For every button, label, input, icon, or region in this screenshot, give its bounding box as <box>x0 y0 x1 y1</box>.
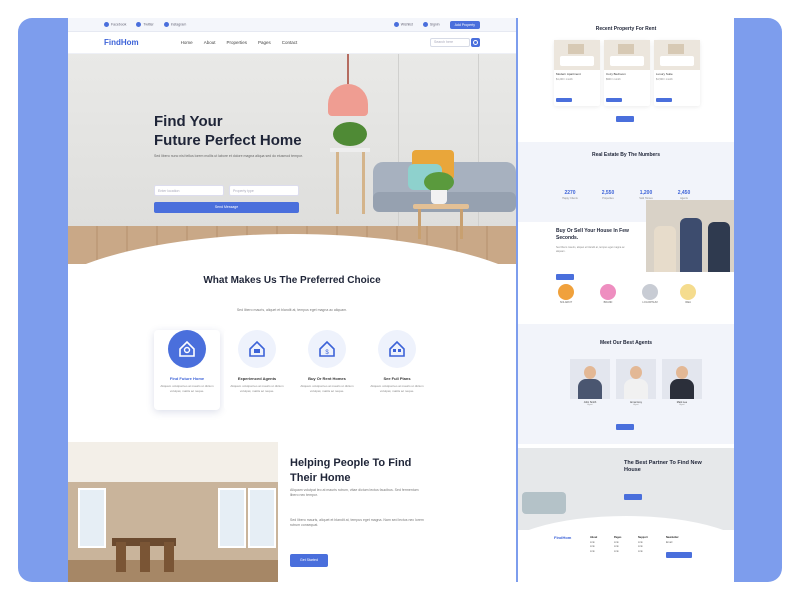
agent-card[interactable]: Mark Lee Agent <box>662 359 702 406</box>
nav-menu: Home About Properties Pages Contact <box>181 40 298 45</box>
top-bar: Facebook Twitter Instagram Wishlist Sign… <box>68 18 516 32</box>
partner-logo: IDEA <box>676 284 700 304</box>
help-paragraph-1: Aliquam volutpat leo at mauris rutrum, v… <box>290 488 419 497</box>
instagram-icon <box>163 22 169 27</box>
stat-item: 1,200 Sold Homes <box>639 190 653 200</box>
footer-column: Support Link Link Link <box>638 536 648 553</box>
nav-item-home[interactable]: Home <box>181 40 193 45</box>
property-details-button[interactable] <box>556 98 572 102</box>
feature-card-plans[interactable]: See Full Plans Aliquam volutpat leo at m… <box>364 330 430 410</box>
hero-title: Find Your Future Perfect Home <box>154 113 302 149</box>
footer <box>518 530 734 582</box>
heart-icon <box>393 22 399 27</box>
facebook-icon <box>104 22 109 27</box>
stat-item: 2270 Happy Clients <box>562 190 578 200</box>
hero-submit-button[interactable]: Send Message <box>154 202 299 213</box>
help-paragraph-2: Sed libero mauris, aliquet et blandit at… <box>290 518 424 527</box>
showcase-background: Facebook Twitter Instagram Wishlist Sign… <box>18 18 782 582</box>
stat-item: 2,550 Properties <box>601 190 615 200</box>
feature-card-find-home[interactable]: Find Future Home Aliquam volutpat leo at… <box>154 330 220 410</box>
help-title: Helping People To Find Their Home <box>290 457 412 484</box>
social-instagram-link[interactable]: Instagram <box>163 22 186 27</box>
property-details-button[interactable] <box>656 98 672 102</box>
landing-page-left: Facebook Twitter Instagram Wishlist Sign… <box>68 18 516 582</box>
footer-column: Newsletter Email <box>666 536 679 544</box>
buy-sell-title: Buy Or Sell Your House In Few Seconds. <box>556 228 629 241</box>
get-started-button[interactable]: Get Started <box>290 554 328 567</box>
choice-title: What Makes Us The Preferred Choice <box>203 275 381 286</box>
add-property-button[interactable]: Add Property <box>449 20 480 29</box>
hero-section: Find Your Future Perfect Home Sed libero … <box>68 54 516 264</box>
money-house-icon: $ <box>308 330 346 368</box>
feature-card-buy-rent[interactable]: $ Buy Or Rent Homes Aliquam volutpat leo… <box>294 330 360 410</box>
property-card[interactable]: Cozy Bedroom $900 / month <box>604 40 650 106</box>
property-card[interactable]: Modern Apartment $1,200 / month <box>554 40 600 106</box>
plan-house-icon <box>378 330 416 368</box>
agent-card[interactable]: John Smith Agent <box>570 359 610 406</box>
property-details-button[interactable] <box>606 98 622 102</box>
partner-logo: LOGOIPSUM <box>638 284 662 304</box>
partner-logo: SOLARKIT <box>554 284 578 304</box>
nav-item-contact[interactable]: Contact <box>282 40 298 45</box>
view-all-properties-button[interactable] <box>616 116 634 122</box>
landing-page-right: Recent Property For Rent Modern Apartmen… <box>518 18 734 582</box>
social-facebook-link[interactable]: Facebook <box>104 22 126 27</box>
nav-item-about[interactable]: About <box>204 40 216 45</box>
user-icon <box>422 22 428 27</box>
agent-photo <box>662 359 702 399</box>
choice-subtitle: Sed libero mauris, aliquet et blandit at… <box>236 308 348 312</box>
cta-button[interactable] <box>624 494 642 500</box>
buy-sell-text: Sed libero mauris, aliquet et blandit at… <box>556 246 625 253</box>
agent-photo <box>616 359 656 399</box>
search-input[interactable]: Search here <box>430 38 470 47</box>
social-twitter-link[interactable]: Twitter <box>136 22 154 27</box>
agent-photo <box>570 359 610 399</box>
footer-brand: FindHom <box>554 535 572 540</box>
footer-column: About Link Link Link <box>590 536 598 553</box>
wishlist-link[interactable]: Wishlist <box>393 22 413 27</box>
stat-item: 2,450 Agents <box>677 190 691 200</box>
property-image <box>554 40 600 70</box>
property-image <box>654 40 700 70</box>
interior-dining-photo <box>68 442 278 582</box>
twitter-icon <box>136 22 142 27</box>
property-type-input[interactable]: Property type <box>229 185 299 196</box>
property-card[interactable]: Luxury Suite $1,500 / month <box>654 40 700 106</box>
people-photo <box>646 200 734 272</box>
feature-card-agents[interactable]: Experienced Agents Aliquam volutpat leo … <box>224 330 290 410</box>
agents-title: Meet Our Best Agents <box>599 340 653 346</box>
svg-text:$: $ <box>325 350 329 356</box>
footer-column: Pages Link Link Link <box>614 536 622 553</box>
agent-card[interactable]: Anna Grey Agent <box>616 359 656 406</box>
numbers-title: Real Estate By The Numbers <box>591 152 661 158</box>
location-input[interactable]: Enter location <box>154 185 224 196</box>
home-search-icon <box>168 330 206 368</box>
plant-image <box>333 122 367 146</box>
logo[interactable]: FindHom <box>104 38 139 47</box>
nav-item-pages[interactable]: Pages <box>258 40 271 45</box>
recent-property-title: Recent Property For Rent <box>595 26 657 32</box>
agent-house-icon <box>238 330 276 368</box>
signin-link[interactable]: Signin <box>422 22 440 27</box>
partner-logo: BRAND <box>596 284 620 304</box>
nav-item-properties[interactable]: Properties <box>226 40 247 45</box>
pendant-lamp <box>328 84 368 116</box>
newsletter-subscribe-button[interactable] <box>666 552 692 558</box>
main-nav: FindHom Home About Properties Pages Cont… <box>68 32 516 54</box>
view-all-agents-button[interactable] <box>616 424 634 430</box>
search-icon[interactable] <box>471 38 480 47</box>
hero-description: Sed libero nunc nisi tellus lorem mollis… <box>154 154 303 158</box>
property-image <box>604 40 650 70</box>
buy-sell-button[interactable] <box>556 274 574 280</box>
cta-title: The Best Partner To Find New House <box>624 460 702 473</box>
